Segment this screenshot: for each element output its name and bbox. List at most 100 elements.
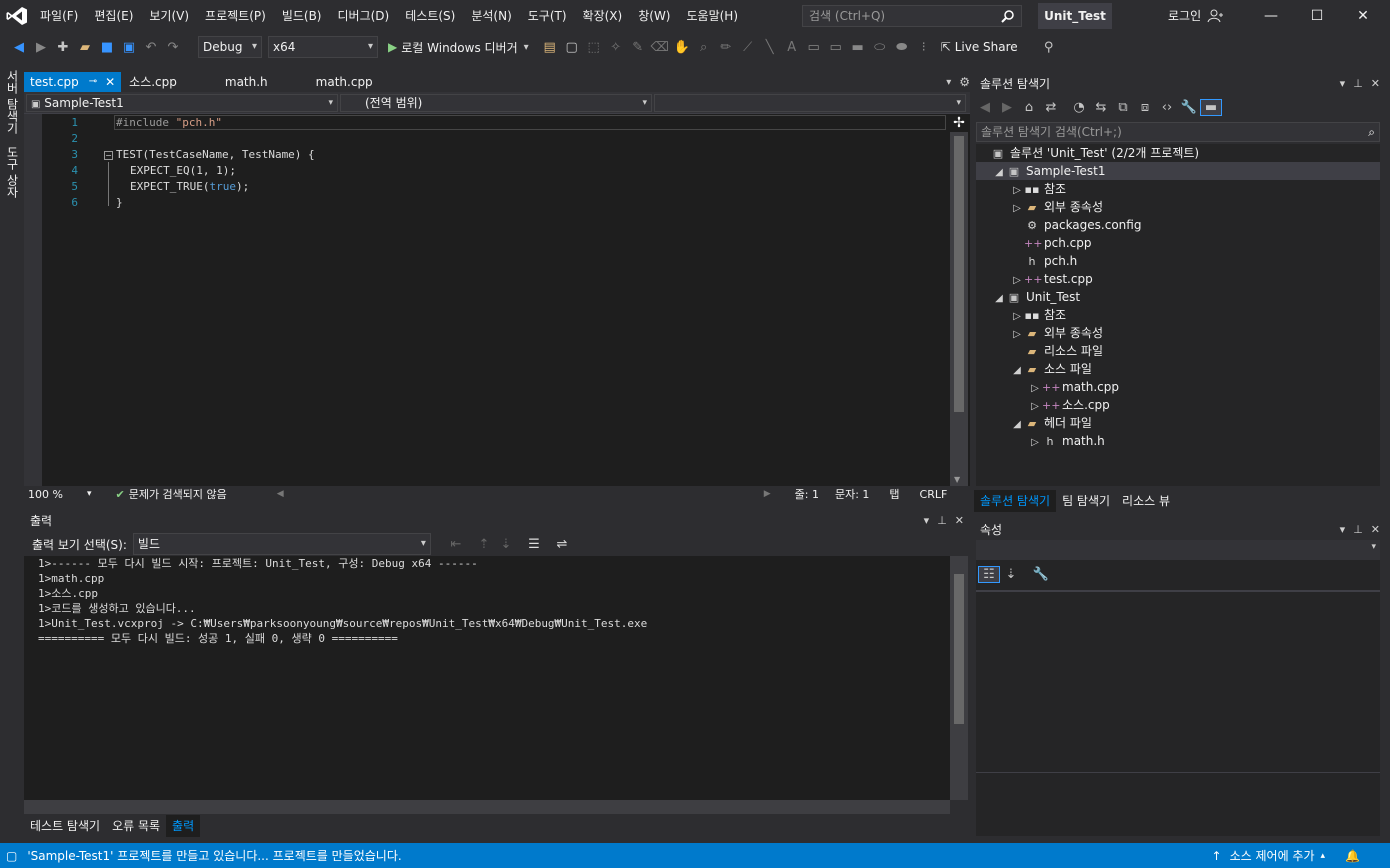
collapse-all-icon[interactable]: ⧉ bbox=[1112, 100, 1134, 115]
tree-item[interactable]: ▷ ++ test.cpp bbox=[976, 270, 1380, 288]
scroll-left-icon[interactable]: ◀ bbox=[277, 489, 284, 499]
tree-item[interactable]: ▣ 솔루션 'Unit_Test' (2/2개 프로젝트) bbox=[976, 144, 1380, 162]
issues-status[interactable]: 문제가 검색되지 않음 bbox=[129, 486, 227, 502]
tab-test-explorer[interactable]: 테스트 탐색기 bbox=[24, 815, 106, 837]
tree-item[interactable]: ▷ ++ 소스.cpp bbox=[976, 396, 1380, 414]
output-horizontal-scrollbar[interactable] bbox=[24, 800, 950, 814]
tab-error-list[interactable]: 오류 목록 bbox=[106, 815, 166, 837]
line-icon[interactable]: ╲ bbox=[759, 40, 781, 55]
tree-item[interactable]: ▷ ▰ 외부 종속성 bbox=[976, 324, 1380, 342]
live-share-button[interactable]: ⇱ Live Share bbox=[941, 40, 1018, 54]
save-all-icon[interactable]: ▣ bbox=[118, 40, 140, 55]
source-control-button[interactable]: 소스 제어에 추가 bbox=[1230, 847, 1315, 864]
panel-menu-icon[interactable]: ▾ bbox=[1340, 77, 1346, 90]
scroll-thumb[interactable] bbox=[954, 136, 964, 412]
server-explorer-tab[interactable]: 서버 탐색기 bbox=[0, 64, 25, 140]
tab-test-cpp[interactable]: test.cpp ⊸ ✕ bbox=[24, 72, 122, 92]
pointer-icon[interactable]: ✧ bbox=[605, 40, 627, 55]
close-window-button[interactable]: ✕ bbox=[1340, 0, 1386, 32]
show-all-files-icon[interactable]: ⧈ bbox=[1134, 100, 1156, 115]
menu-file[interactable]: 파일(F) bbox=[32, 0, 86, 32]
solution-search-input[interactable]: 솔루션 탐색기 검색(Ctrl+;) ⌕ bbox=[976, 122, 1380, 142]
output-vertical-scrollbar[interactable] bbox=[950, 556, 968, 800]
configuration-select[interactable]: Debug bbox=[198, 36, 262, 58]
menu-analyze[interactable]: 분석(N) bbox=[463, 0, 519, 32]
home-icon[interactable]: ⌂ bbox=[1018, 100, 1040, 115]
tree-item[interactable]: ▷ ▰ 외부 종속성 bbox=[976, 198, 1380, 216]
go-to-location-icon[interactable]: ⇤ bbox=[445, 537, 467, 552]
tab-resource-view[interactable]: 리소스 뷰 bbox=[1116, 490, 1176, 512]
zoom-level[interactable]: 100 % bbox=[24, 488, 63, 501]
menu-help[interactable]: 도움말(H) bbox=[679, 0, 747, 32]
panel-menu-icon[interactable]: ▾ bbox=[924, 514, 930, 527]
tab-source-cpp[interactable]: 소스.cpp bbox=[123, 72, 183, 92]
layout-icon[interactable]: ▢ bbox=[561, 40, 583, 55]
project-scope-select[interactable]: ▣ Sample-Test1 ▾ bbox=[26, 94, 338, 112]
menu-build[interactable]: 빌드(B) bbox=[274, 0, 330, 32]
search-input[interactable]: 검색 (Ctrl+Q) bbox=[802, 5, 1022, 27]
close-icon[interactable]: ✕ bbox=[1371, 77, 1380, 90]
text-icon[interactable]: A bbox=[781, 40, 803, 55]
close-tab-icon[interactable]: ✕ bbox=[105, 72, 115, 92]
rectangle-icon[interactable]: ▭ bbox=[803, 40, 825, 55]
menu-project[interactable]: 프로젝트(P) bbox=[197, 0, 274, 32]
grid-icon[interactable]: ⁝ bbox=[913, 40, 935, 55]
feedback-icon[interactable]: ⚲ bbox=[1038, 40, 1060, 55]
maximize-button[interactable]: ☐ bbox=[1294, 0, 1340, 32]
hand-icon[interactable]: ✋ bbox=[671, 40, 693, 55]
menu-edit[interactable]: 편집(E) bbox=[86, 0, 141, 32]
start-debugger-button[interactable]: ▶ 로컬 Windows 디버거 ▾ bbox=[388, 39, 529, 56]
tree-item[interactable]: ◢ ▣ Unit_Test bbox=[976, 288, 1380, 306]
find-in-files-icon[interactable]: ▤ bbox=[539, 40, 561, 55]
menu-tools[interactable]: 도구(T) bbox=[520, 0, 575, 32]
tree-item[interactable]: ▷ h math.h bbox=[976, 432, 1380, 450]
tree-item[interactable]: h pch.h bbox=[976, 252, 1380, 270]
tree-item[interactable]: ▷ ++ math.cpp bbox=[976, 378, 1380, 396]
pin-icon[interactable]: ⊥ bbox=[1353, 523, 1363, 536]
forward-icon[interactable]: ▶ bbox=[996, 100, 1018, 115]
code-view-icon[interactable]: ‹› bbox=[1156, 100, 1178, 115]
brush-icon[interactable]: ✎ bbox=[627, 40, 649, 55]
output-text-area[interactable]: 1>------ 모두 다시 빌드 시작: 프로젝트: Unit_Test, 구… bbox=[24, 556, 968, 814]
scroll-down-icon[interactable]: ▼ bbox=[954, 475, 960, 484]
platform-select[interactable]: x64 bbox=[268, 36, 378, 58]
dropper-icon[interactable]: ⟋ bbox=[737, 40, 759, 55]
previous-message-icon[interactable]: ⇡ bbox=[473, 537, 495, 552]
next-message-icon[interactable]: ⇣ bbox=[495, 537, 517, 552]
object-select[interactable]: ▾ bbox=[976, 540, 1380, 560]
sync-icon[interactable]: ⇆ bbox=[1090, 100, 1112, 115]
menu-test[interactable]: 테스트(S) bbox=[397, 0, 463, 32]
zoom-icon[interactable]: ⌕ bbox=[693, 40, 715, 55]
tab-team-explorer[interactable]: 팀 탐색기 bbox=[1056, 490, 1116, 512]
member-select[interactable]: ▾ bbox=[654, 94, 966, 112]
rounded-rectangle-icon[interactable]: ▭ bbox=[825, 40, 847, 55]
pencil-icon[interactable]: ✏ bbox=[715, 40, 737, 55]
back-icon[interactable]: ◀ bbox=[974, 100, 996, 115]
tree-item[interactable]: ◢ ▰ 소스 파일 bbox=[976, 360, 1380, 378]
pin-icon[interactable]: ⊥ bbox=[937, 514, 947, 527]
undo-icon[interactable]: ↶ bbox=[140, 40, 162, 55]
login-button[interactable]: 로그인 bbox=[1168, 0, 1225, 32]
menu-debug[interactable]: 디버그(D) bbox=[330, 0, 398, 32]
redo-icon[interactable]: ↷ bbox=[162, 40, 184, 55]
menu-view[interactable]: 보기(V) bbox=[141, 0, 197, 32]
menu-window[interactable]: 창(W) bbox=[630, 0, 678, 32]
scroll-right-icon[interactable]: ▶ bbox=[764, 489, 771, 499]
chevron-up-icon[interactable]: ▴ bbox=[1321, 851, 1326, 861]
output-source-select[interactable]: 빌드 bbox=[132, 533, 431, 555]
tab-output[interactable]: 출력 bbox=[166, 815, 201, 837]
close-icon[interactable]: ✕ bbox=[955, 514, 964, 527]
filled-rectangle-icon[interactable]: ▬ bbox=[847, 40, 869, 55]
tree-item[interactable]: ▷ ▪▪ 참조 bbox=[976, 180, 1380, 198]
save-icon[interactable]: ■ bbox=[96, 40, 118, 55]
clear-all-icon[interactable]: ☰ bbox=[523, 537, 545, 552]
tree-item[interactable]: ◢ ▰ 헤더 파일 bbox=[976, 414, 1380, 432]
tree-item[interactable]: ⚙ packages.config bbox=[976, 216, 1380, 234]
editor-vertical-scrollbar[interactable]: ▼ bbox=[950, 132, 968, 486]
preview-selected-icon[interactable]: ▬ bbox=[1200, 98, 1222, 116]
tree-item[interactable]: ++ pch.cpp bbox=[976, 234, 1380, 252]
new-project-icon[interactable]: ✚ bbox=[52, 40, 74, 55]
categorized-icon[interactable]: ☷ bbox=[978, 565, 1000, 583]
tab-math-h[interactable]: math.h bbox=[219, 72, 274, 92]
tree-item[interactable]: ▷ ▪▪ 참조 bbox=[976, 306, 1380, 324]
